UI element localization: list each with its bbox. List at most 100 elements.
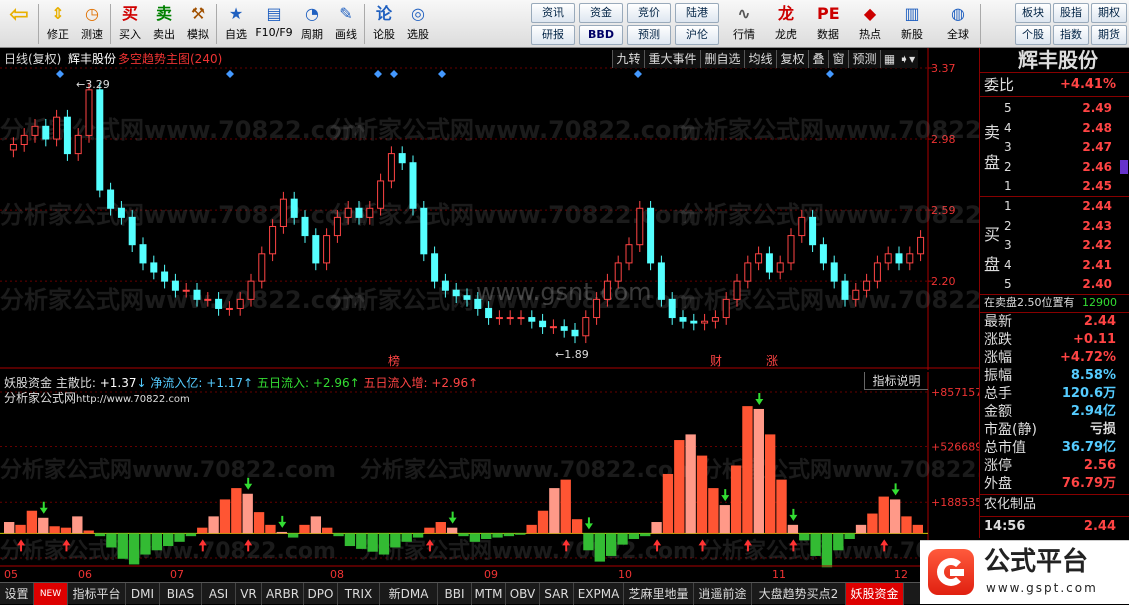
toolbar-button-label: 自选	[225, 28, 247, 41]
buy-level-number: 3	[1004, 238, 1012, 252]
chart-tab[interactable]: 删自选	[700, 50, 744, 68]
stat-value: 亏损	[1089, 422, 1116, 437]
indicator-name[interactable]: 妖股资金	[4, 376, 52, 390]
indicator-explain-button[interactable]: 指标说明	[864, 372, 928, 390]
indicator-tab[interactable]: 逍遥前途	[694, 583, 752, 605]
sell-level-row[interactable]: 3 2.47	[1002, 137, 1129, 157]
chart-tab[interactable]: 叠	[808, 50, 828, 68]
indicator-tab[interactable]: 妖股资金	[846, 583, 904, 605]
new-badge[interactable]: NEW	[34, 583, 68, 605]
candle-body	[873, 262, 881, 282]
indicator-tab[interactable]: DMI	[126, 583, 160, 605]
buy-level-row[interactable]: 3 2.42	[1002, 235, 1129, 255]
stat-value: 76.79万	[1061, 476, 1116, 491]
event-marker[interactable]: 涨	[766, 353, 778, 368]
event-marker[interactable]: 财	[710, 354, 722, 368]
sell-level-row[interactable]: 1 2.45	[1002, 176, 1129, 196]
toolbar-button-行情[interactable]: ∿ 行情	[725, 2, 763, 46]
toolbar-button-自选[interactable]: ★ 自选	[220, 2, 252, 46]
toolbar-button-画线[interactable]: ✎ 画线	[330, 2, 362, 46]
sector-name[interactable]: 农化制品	[984, 495, 1036, 515]
buy-level-row[interactable]: 5 2.40	[1002, 274, 1129, 294]
chart-menu-icon[interactable]: ▦ ➧▾	[880, 50, 918, 68]
sell-level-row[interactable]: 2 2.46	[1002, 157, 1129, 177]
sell-level-row[interactable]: 5 2.49	[1002, 98, 1129, 118]
toolbar-button-论股[interactable]: 论论股	[368, 2, 400, 46]
indicator-tab[interactable]: MTM	[472, 583, 506, 605]
indicator-tab[interactable]: TRIX	[338, 583, 380, 605]
cycle-icon: ◔	[305, 4, 319, 23]
toolbar-button-back[interactable]: ⇦	[2, 2, 36, 46]
toolbar-button-数据[interactable]: PE 数据	[809, 2, 847, 46]
chart-tab[interactable]: 预测	[848, 50, 880, 68]
stat-row: 总市值 36.79亿	[980, 439, 1129, 457]
indicator-bar	[799, 533, 810, 541]
toolbar-small-button[interactable]: 研报	[531, 25, 575, 45]
indicator-tab[interactable]: 新DMA	[380, 583, 438, 605]
buy-level-row[interactable]: 4 2.41	[1002, 255, 1129, 275]
indicator-tab[interactable]: BIAS	[160, 583, 202, 605]
toolbar-button-龙虎[interactable]: 龙龙虎	[767, 2, 805, 46]
toolbar-small-button[interactable]: 预测	[627, 25, 671, 45]
toolbar-small-button[interactable]: 个股	[1015, 25, 1051, 45]
indicator-bar	[560, 479, 571, 534]
indicator-tab[interactable]: EXPMA	[574, 583, 624, 605]
toolbar-small-button[interactable]: 沪伦	[675, 25, 719, 45]
price-chart[interactable]: 3.372.982.592.20分析家公式网www.70822.com分析家公式…	[0, 48, 979, 370]
toolbar-button-周期[interactable]: ◔ 周期	[296, 2, 328, 46]
toolbar-button-选股[interactable]: ◎ 选股	[402, 2, 434, 46]
indicator-tab[interactable]: 大盘趋势买点2	[752, 583, 846, 605]
toolbar-small-button[interactable]: 指数	[1053, 25, 1089, 45]
buy-level-row[interactable]: 2 2.43	[1002, 216, 1129, 236]
buy-level-row[interactable]: 1 2.44	[1002, 196, 1129, 216]
event-marker[interactable]: 榜	[388, 353, 400, 368]
chart-indicator-name[interactable]: 多空趋势主图(240)	[118, 50, 222, 68]
indicator-tab[interactable]: ARBR	[262, 583, 304, 605]
indicator-tab[interactable]: 芝麻里地量	[624, 583, 694, 605]
chart-tab[interactable]: 均线	[744, 50, 776, 68]
indicator-tab[interactable]: ASI	[202, 583, 236, 605]
watermark-text: 分析家公式网www.70822.com	[360, 457, 696, 483]
buy-level-price: 2.42	[1082, 238, 1112, 252]
chart-tab[interactable]: 九转	[612, 50, 644, 68]
toolbar-small-button[interactable]: 板块	[1015, 3, 1051, 23]
sell-level-row[interactable]: 4 2.48	[1002, 118, 1129, 138]
indicator-tab[interactable]: BBI	[438, 583, 472, 605]
indicator-tab[interactable]: VR	[236, 583, 262, 605]
indicator-bar	[492, 533, 503, 538]
toolbar-button-全球[interactable]: ◍ 全球	[939, 2, 977, 46]
chart-mode[interactable]: 日线(复权)	[4, 50, 61, 68]
toolbar-small-button[interactable]: 股指	[1053, 3, 1089, 23]
indicator-tab[interactable]: SAR	[540, 583, 574, 605]
toolbar-small-button[interactable]: 资讯	[531, 3, 575, 23]
toolbar-button-F10/F9[interactable]: ▤ F10/F9	[254, 2, 294, 46]
toolbar-small-button[interactable]: 资金	[579, 3, 623, 23]
candle-body	[679, 317, 687, 322]
toolbar-button-买入[interactable]: 买买入	[114, 2, 146, 46]
indicator-tab[interactable]: 设置	[0, 583, 34, 605]
toolbar-button-修正[interactable]: ⇕ 修正	[42, 2, 74, 46]
toolbar-small-button[interactable]: 竞价	[627, 3, 671, 23]
toolbar-button-模拟[interactable]: ⚒ 模拟	[182, 2, 214, 46]
chart-tab[interactable]: 窗	[828, 50, 848, 68]
indicator-bar	[867, 513, 878, 534]
toolbar-button-测速[interactable]: ◷ 测速	[76, 2, 108, 46]
toolbar-small-button[interactable]: 期权	[1091, 3, 1127, 23]
toolbar-button-卖出[interactable]: 卖卖出	[148, 2, 180, 46]
indicator-tab[interactable]: OBV	[506, 583, 540, 605]
indicator-tab[interactable]: DPO	[304, 583, 338, 605]
watermark-text: 分析家公式网www.70822.com	[360, 538, 696, 564]
toolbar-button-热点[interactable]: ◆ 热点	[851, 2, 889, 46]
toolbar-small-button[interactable]: 陆港	[675, 3, 719, 23]
chart-tab[interactable]: 重大事件	[644, 50, 700, 68]
toolbar-button-新股[interactable]: ▥ 新股	[893, 2, 931, 46]
sell-level-price: 2.45	[1082, 179, 1112, 193]
chart-tab[interactable]: 复权	[776, 50, 808, 68]
toolbar-small-button[interactable]: 期货	[1091, 25, 1127, 45]
indicator-tab[interactable]: 指标平台	[68, 583, 126, 605]
toolbar-small-button[interactable]: BBD	[579, 25, 623, 45]
toolbar-separator	[216, 4, 217, 44]
candle-body	[431, 253, 439, 282]
high-price-label: ←3.29	[76, 78, 110, 91]
indicator-url[interactable]: http://www.70822.com	[76, 394, 190, 405]
